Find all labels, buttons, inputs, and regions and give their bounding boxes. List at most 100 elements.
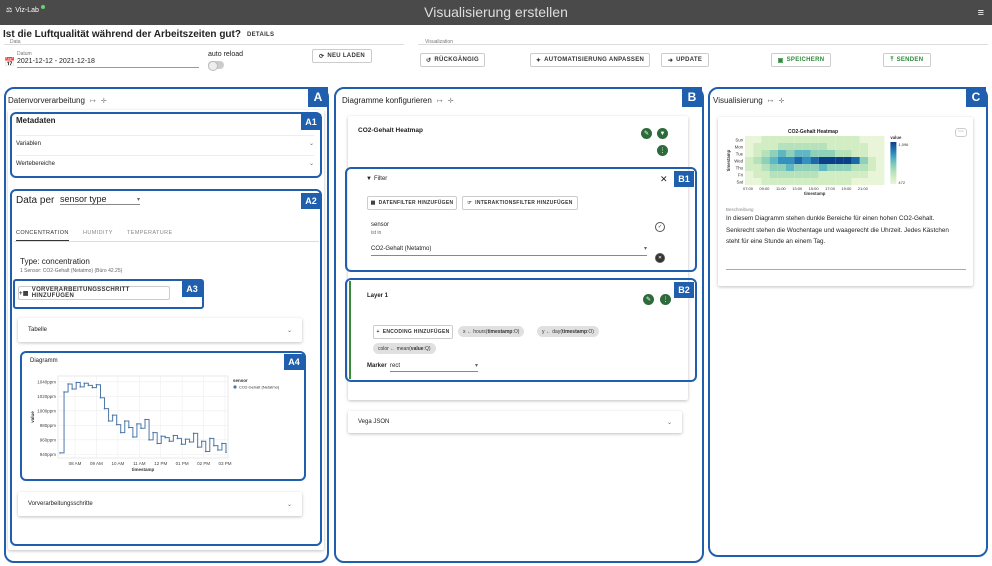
heatmap-cell <box>868 164 877 171</box>
heatmap-cell <box>827 178 836 185</box>
data-point <box>213 444 215 447</box>
chevron-down-icon: ⌄ <box>286 501 292 508</box>
add-preprocessing-step-button[interactable]: +▦ VORVERARBEITUNGSSCHRITT HINZUFÜGEN <box>18 286 170 300</box>
heatmap-cell <box>802 136 811 143</box>
caret-down-icon: ▾ <box>136 196 140 203</box>
more-icon[interactable]: ⋮ <box>657 145 668 156</box>
encoding-chip-x[interactable]: x ← hours(timestamp:O) <box>458 326 525 337</box>
heatmap-cell <box>827 136 836 143</box>
edit-icon[interactable]: ✎ <box>643 294 654 305</box>
metadata-item-wertebereiche[interactable]: Wertebereiche ⌄ <box>16 155 314 171</box>
automation-button[interactable]: ✦ AUTOMATISIERUNG ANPASSEN <box>530 53 650 67</box>
heatmap-cell <box>810 143 819 150</box>
undo-icon: ↺ <box>426 57 432 64</box>
tab-concentration[interactable]: CONCENTRATION <box>16 230 69 241</box>
delete-icon[interactable]: ✕ <box>655 253 665 263</box>
table-icon: ▦ <box>370 200 376 206</box>
collapse-icon[interactable]: ↦ <box>90 97 96 105</box>
send-button[interactable]: ⤒ SENDEN <box>883 53 931 67</box>
heatmap-cell <box>827 150 836 157</box>
y-tick-label: 1040ppm <box>37 379 56 384</box>
save-icon: ▣ <box>777 57 784 64</box>
steps-expander[interactable]: Vorverarbeitungsschritte ⌄ <box>18 492 302 516</box>
heatmap-cell <box>827 143 836 150</box>
edit-icon[interactable]: ✎ <box>641 128 652 139</box>
hamburger-menu-icon[interactable]: ≡ <box>978 7 984 19</box>
update-button[interactable]: ➜ UPDATE <box>661 53 709 67</box>
data-point <box>172 434 175 437</box>
chevron-down-icon: ⌄ <box>286 327 292 334</box>
y-tick-label: 960ppm <box>40 437 57 442</box>
x-tick-label: 12 PM <box>154 461 167 466</box>
data-point <box>168 440 171 443</box>
heatmap-cell <box>769 171 778 178</box>
sensor-value-select[interactable]: CO2-Gehalt (Netatmo) ▾ <box>371 245 647 256</box>
close-icon[interactable]: ✕ <box>660 174 668 185</box>
heatmap-cell <box>786 157 795 164</box>
heatmap-cell <box>753 164 762 171</box>
description-text[interactable]: In diesem Diagramm stehen dunkle Bereich… <box>726 213 962 248</box>
heatmap-cell <box>769 136 778 143</box>
tab-temperature[interactable]: TEMPERATURE <box>127 230 173 236</box>
calendar-icon[interactable]: 📅 <box>4 57 15 68</box>
legend-title: sensor <box>233 378 248 383</box>
heatmap-cell <box>777 178 786 185</box>
heatmap-cell <box>851 143 860 150</box>
data-point <box>119 431 122 434</box>
tab-humidity[interactable]: HUMIDITY <box>83 230 113 236</box>
heatmap-cell <box>818 178 827 185</box>
funnel-icon: ▼ <box>366 176 372 182</box>
heatmap-cell <box>859 136 868 143</box>
add-data-filter-button[interactable]: ▦ DATENFILTER HINZUFÜGEN <box>367 196 457 210</box>
add-encoding-button[interactable]: + ENCODING HINZUFÜGEN <box>373 325 453 339</box>
heatmap-cell <box>810 171 819 178</box>
metadata-item-variablen[interactable]: Variablen ⌄ <box>16 135 314 151</box>
heatmap-y-label: Tue <box>736 152 744 157</box>
y-tick-label: 980ppm <box>40 423 57 428</box>
collapse-icon[interactable]: ↦ <box>437 97 443 105</box>
data-point <box>87 384 90 387</box>
data-point <box>204 450 207 453</box>
heatmap-cell <box>835 164 844 171</box>
add-interaction-filter-button[interactable]: ☞ INTERAKTIONSFILTER HINZUFÜGEN <box>462 196 578 210</box>
data-point <box>148 439 150 441</box>
co2-line-chart: 940ppm 960ppm 980ppm 1000ppm 1020ppm 1040ppm 0… <box>30 375 280 472</box>
heatmap-cell <box>745 136 754 143</box>
heatmap-cell <box>794 171 803 178</box>
details-link[interactable]: DETAILS <box>247 32 274 38</box>
collapse-icon[interactable]: ↦ <box>768 97 774 105</box>
more-icon[interactable]: ⋮ <box>660 294 671 305</box>
auto-reload-toggle[interactable] <box>208 61 224 69</box>
heatmap-cell <box>794 136 803 143</box>
heatmap-cell <box>777 136 786 143</box>
marker-select[interactable]: rect ▾ <box>390 362 478 372</box>
heatmap-cell <box>769 178 778 185</box>
encoding-chip-y[interactable]: y ← day(timestamp:O) <box>537 326 599 337</box>
move-icon[interactable]: ✛ <box>779 97 785 105</box>
filter-icon[interactable]: ▼ <box>657 128 668 139</box>
encoding-chip-color[interactable]: color ← mean(value:Q) <box>373 343 436 354</box>
undo-button[interactable]: ↺ RÜCKGÄNGIG <box>420 53 485 67</box>
filter-section <box>345 167 697 272</box>
more-horizontal-icon[interactable]: ⋯ <box>955 128 967 137</box>
data-point <box>128 426 130 429</box>
heatmap-cell <box>777 171 786 178</box>
vega-json-expander[interactable]: Vega JSON ⌄ <box>348 411 682 433</box>
data-per-select[interactable]: sensor type ▾ <box>60 194 140 205</box>
date-range-field[interactable]: 2021-12-12 - 2021-12-18 <box>17 58 199 68</box>
heatmap-x-label: 07:00 <box>743 186 754 191</box>
heatmap-y-label: Sat <box>737 180 744 185</box>
heatmap-cell <box>745 150 754 157</box>
heatmap-cell <box>868 150 877 157</box>
move-icon[interactable]: ✛ <box>101 97 107 105</box>
heatmap-cell <box>794 143 803 150</box>
move-icon[interactable]: ✛ <box>448 97 454 105</box>
panel-a-title: Datenvorverarbeitung ↦ ✛ <box>8 96 107 105</box>
check-icon[interactable]: ✓ <box>655 222 665 232</box>
data-per-badge: A2 <box>301 193 321 209</box>
save-button[interactable]: ▣ SPEICHERN <box>771 53 831 67</box>
question-title: Ist die Luftqualität während der Arbeits… <box>3 29 274 40</box>
heatmap-cell <box>753 157 762 164</box>
reload-button[interactable]: ⟳ NEU LADEN <box>312 49 372 63</box>
table-expander[interactable]: Tabelle ⌄ <box>18 318 302 342</box>
